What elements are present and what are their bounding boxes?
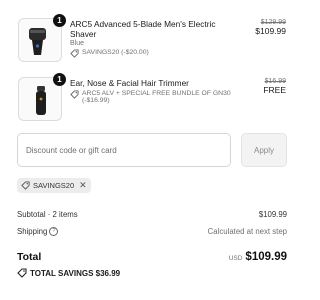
remove-code-icon[interactable]: ✕ [79, 181, 87, 190]
tag-icon [70, 90, 79, 99]
subtotal-label: Subtotal · 2 items [17, 210, 78, 219]
shipping-value: Calculated at next step [207, 227, 287, 236]
product-thumbnail: 1 [18, 73, 66, 121]
help-icon[interactable]: ? [49, 227, 59, 237]
item-discount: ARC5 ALV + SPECIAL FREE BUNDLE OF GN30 (… [70, 90, 238, 104]
apply-button[interactable]: Apply [241, 133, 287, 167]
item-discount: SAVINGS20 (-$20.00) [70, 49, 238, 58]
discount-form: Apply [17, 133, 287, 167]
applied-code-label: SAVINGS20 [33, 181, 75, 190]
total-label: Total [17, 251, 42, 263]
original-price: $129.99 [260, 19, 286, 26]
total-amount: USD $109.99 [229, 251, 287, 263]
total-savings-text: TOTAL SAVINGS $36.99 [30, 268, 121, 278]
discount-code-input[interactable] [17, 133, 231, 167]
cart-item: 1 ARC5 Advanced 5-Blade Men's Electric S… [18, 14, 286, 64]
tag-icon [17, 268, 27, 278]
total-savings: TOTAL SAVINGS $36.99 [17, 268, 120, 278]
quantity-badge: 1 [53, 14, 66, 27]
product-variant: Blue [70, 40, 85, 47]
product-name: Ear, Nose & Facial Hair Trimmer [70, 78, 189, 88]
item-discount-text: SAVINGS20 (-$20.00) [82, 49, 149, 56]
tag-icon [70, 49, 79, 58]
original-price: $16.99 [264, 78, 286, 85]
item-price: $109.99 [255, 26, 286, 36]
total-value: $109.99 [245, 251, 287, 263]
tag-icon [21, 181, 30, 190]
subtotal-row: Subtotal · 2 items $109.99 [17, 210, 287, 221]
quantity-badge: 1 [53, 73, 66, 86]
currency-code: USD [228, 255, 243, 262]
shipping-row: Shipping? Calculated at next step [17, 227, 287, 238]
cart-item: 1 Ear, Nose & Facial Hair Trimmer ARC5 A… [18, 73, 286, 123]
applied-code-chip: SAVINGS20 ✕ [17, 178, 91, 193]
shipping-label: Shipping [17, 227, 48, 236]
item-discount-text: ARC5 ALV + SPECIAL FREE BUNDLE OF GN30 (… [82, 90, 231, 104]
item-price: FREE [263, 85, 286, 95]
product-thumbnail: 1 [18, 14, 66, 62]
product-name: ARC5 Advanced 5-Blade Men's Electric Sha… [70, 19, 216, 39]
total-row: Total USD $109.99 [17, 251, 287, 266]
subtotal-value: $109.99 [258, 210, 287, 219]
